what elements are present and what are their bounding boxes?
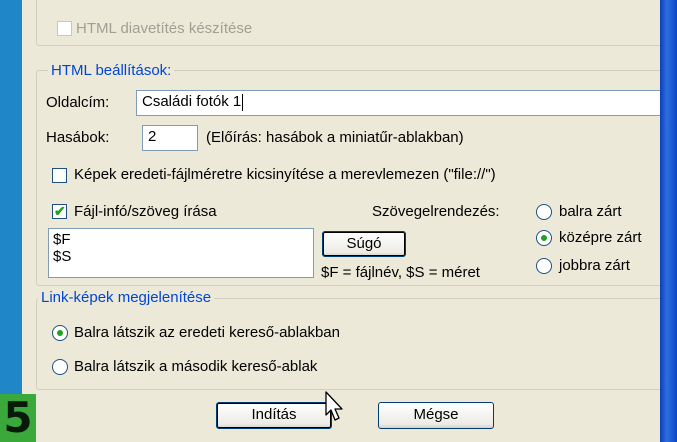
mouse-pointer-icon: [325, 391, 343, 421]
align-left-radio[interactable]: [536, 204, 552, 220]
alignment-label: Szövegelrendezés:: [372, 203, 500, 220]
cancel-button[interactable]: Mégse: [378, 402, 494, 429]
columns-hint: (Előírás: hasábok a miniatűr-ablakban): [206, 129, 464, 146]
columns-label: Hasábok:: [46, 129, 110, 146]
help-button[interactable]: Súgó: [322, 231, 406, 257]
link-option-second-radio[interactable]: [52, 359, 68, 375]
dialog-window: HTML diavetítés készítése HTML beállítás…: [22, 0, 677, 442]
step-number-badge: 5: [0, 394, 36, 442]
align-right-radio[interactable]: [536, 258, 552, 274]
align-right-label: jobbra zárt: [559, 257, 630, 274]
radio-selected-dot: [541, 235, 547, 241]
fileinfo-checkbox[interactable]: ✔: [52, 203, 67, 219]
start-button[interactable]: Indítás: [216, 402, 332, 429]
link-option-second-label: Balra látszik a második kereső-ablak: [74, 358, 318, 375]
fileinfo-line: $F: [53, 231, 71, 248]
title-label: Oldalcím:: [46, 94, 110, 111]
columns-value: 2: [148, 128, 157, 145]
align-center-radio[interactable]: [536, 230, 552, 246]
link-option-original-label: Balra látszik az eredeti kereső-ablakban: [74, 324, 340, 341]
slideshow-checkbox[interactable]: [57, 21, 72, 36]
window-right-border: [660, 0, 677, 442]
align-left-label: balra zárt: [559, 203, 622, 220]
link-option-original-radio[interactable]: [52, 325, 68, 341]
fileinfo-line: $S: [53, 248, 72, 265]
page-title-input[interactable]: Családi fotók 1: [136, 90, 662, 116]
html-settings-legend: HTML beállítások:: [48, 62, 175, 80]
page-title-value: Családi fotók 1: [142, 93, 242, 110]
columns-input[interactable]: 2: [142, 125, 198, 151]
help-hint: $F = fájlnév, $S = méret: [321, 264, 480, 281]
radio-selected-dot: [57, 330, 63, 336]
link-images-group: [36, 298, 670, 390]
resize-label: Képek eredeti-fájlméretre kicsinyítése a…: [74, 166, 496, 183]
fileinfo-textarea[interactable]: $F $S: [48, 228, 314, 278]
text-caret: [242, 93, 244, 111]
link-images-legend: Link-képek megjelenítése: [38, 289, 215, 307]
fileinfo-label: Fájl-infó/szöveg írása: [74, 203, 217, 220]
checkmark-icon: ✔: [54, 203, 66, 219]
resize-checkbox[interactable]: [52, 168, 67, 183]
align-center-label: középre zárt: [559, 229, 642, 246]
slideshow-label: HTML diavetítés készítése: [76, 20, 253, 37]
